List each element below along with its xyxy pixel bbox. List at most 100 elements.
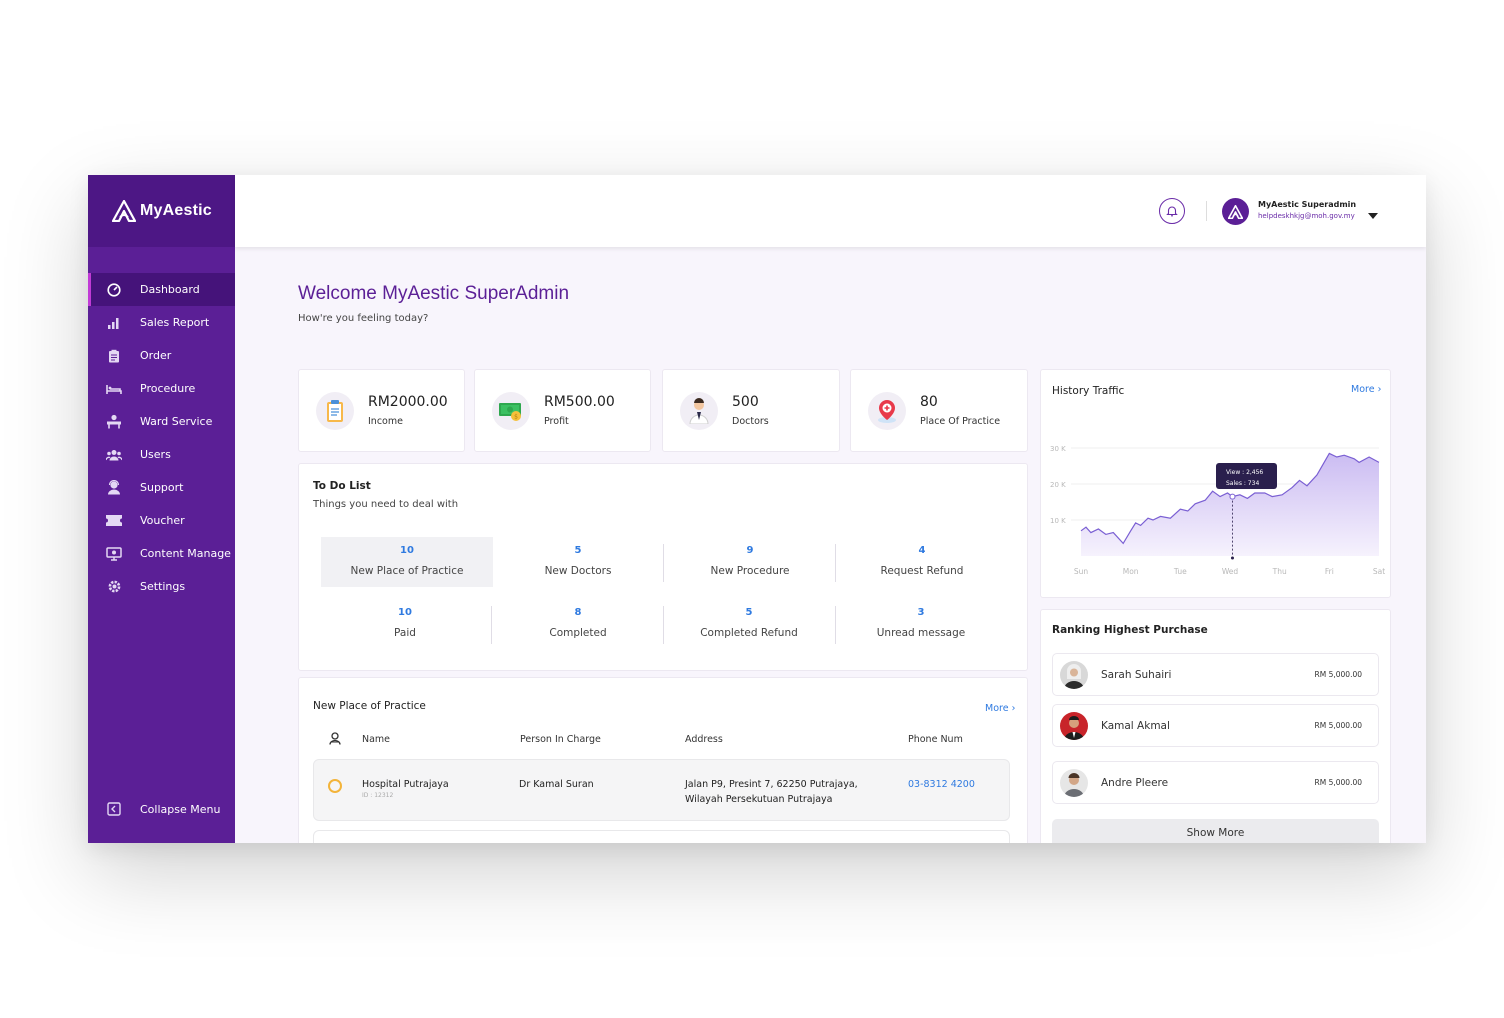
todo-label: Paid (394, 627, 416, 639)
todo-count: 5 (745, 607, 753, 618)
logo-icon (112, 200, 136, 222)
chevron-down-icon[interactable] (1368, 213, 1378, 219)
stat-card-place-of-practice[interactable]: 80 Place Of Practice (850, 369, 1028, 452)
stat-value: RM500.00 (544, 394, 615, 410)
show-more-button[interactable]: Show More (1052, 819, 1379, 843)
sidebar-item-label: Support (140, 481, 184, 494)
history-traffic-card: History Traffic More › 10 K 20 K 30 K Sun Mo… (1040, 369, 1391, 598)
collapse-icon (106, 801, 122, 817)
stat-value: 80 (920, 394, 938, 410)
purchase-amount: RM 5,000.00 (1314, 721, 1362, 730)
sidebar-item-content-manage[interactable]: Content Manage (88, 537, 235, 570)
page-subtitle: How're you feeling today? (298, 313, 429, 324)
sidebar-item-voucher[interactable]: Voucher (88, 504, 235, 537)
highlight-base-point (1230, 556, 1234, 560)
avatar (1060, 712, 1088, 740)
notification-button[interactable] (1159, 198, 1185, 224)
x-tick-label: Mon (1123, 567, 1139, 576)
todo-label: Unread message (876, 627, 966, 639)
todo-item-completed[interactable]: 8 Completed (492, 599, 664, 649)
todo-list-card: To Do List Things you need to deal with … (298, 463, 1028, 671)
table-row[interactable]: Hospital Putrajaya ID : 12312 Dr Kamal S… (313, 759, 1010, 821)
sidebar-item-label: Users (140, 448, 171, 461)
todo-subtitle: Things you need to deal with (313, 499, 459, 510)
svg-text:$: $ (514, 413, 518, 420)
todo-item-new-procedure[interactable]: 9 New Procedure (664, 537, 836, 587)
collapse-menu-button[interactable]: Collapse Menu (88, 795, 253, 823)
purchase-amount: RM 5,000.00 (1314, 778, 1362, 787)
section-title: New Place of Practice (313, 700, 426, 712)
ticket-icon (106, 513, 122, 529)
gauge-icon (106, 282, 122, 298)
more-link[interactable]: More › (985, 703, 1015, 714)
stat-label: Income (368, 416, 403, 427)
todo-item-unread-message[interactable]: 3 Unread message (835, 599, 1007, 649)
user-name: MyAestic Superadmin (1258, 200, 1357, 209)
stat-card-doctors[interactable]: 500 Doctors (662, 369, 840, 452)
location-pin-icon (868, 391, 906, 430)
todo-label: Request Refund (880, 565, 964, 577)
address-line-1: Jalan P9, Presint 7, 62250 Putrajaya, (685, 779, 858, 790)
column-header: Person In Charge (520, 734, 601, 745)
sidebar-item-ward-service[interactable]: Ward Service (88, 405, 235, 438)
monitor-icon (106, 546, 122, 562)
todo-count: 3 (917, 607, 925, 618)
sidebar-item-settings[interactable]: Settings (88, 570, 235, 603)
brand-logo[interactable]: MyAestic (88, 175, 235, 247)
more-label: More (1351, 384, 1375, 395)
avatar[interactable] (1222, 198, 1249, 225)
sidebar-item-label: Order (140, 349, 172, 362)
sidebar-nav: Dashboard Sales Report Order Procedure W… (88, 273, 235, 603)
sidebar-item-dashboard[interactable]: Dashboard (88, 273, 235, 306)
clipboard-icon (106, 348, 122, 364)
page-title: Welcome MyAestic SuperAdmin (298, 283, 570, 304)
sidebar-item-procedure[interactable]: Procedure (88, 372, 235, 405)
doctor-icon (680, 391, 718, 430)
stat-card-income[interactable]: RM2000.00 Income (298, 369, 465, 452)
todo-item-paid[interactable]: 10 Paid (319, 599, 491, 649)
sidebar-item-support[interactable]: Support (88, 471, 235, 504)
practice-name: Hospital Putrajaya (362, 779, 449, 790)
header-divider (1206, 201, 1207, 221)
divider (663, 606, 664, 644)
collapse-menu-label: Collapse Menu (140, 802, 221, 816)
more-link[interactable]: More › (1351, 384, 1381, 395)
column-header: Phone Num (908, 734, 963, 745)
list-item[interactable]: Kamal Akmal RM 5,000.00 (1052, 704, 1379, 747)
chart-tooltip: View : 2,456 Sales : 734 (1216, 463, 1277, 489)
todo-item-new-doctors[interactable]: 5 New Doctors (492, 537, 664, 587)
tooltip-sales: Sales : 734 (1226, 480, 1260, 487)
stat-card-profit[interactable]: $ RM500.00 Profit (474, 369, 651, 452)
y-tick-label: 30 K (1050, 445, 1066, 453)
sidebar-item-label: Voucher (140, 514, 185, 527)
users-icon (106, 447, 122, 463)
sidebar-item-label: Sales Report (140, 316, 210, 329)
divider (835, 544, 836, 582)
address-line-2: Wilayah Persekutuan Putrajaya (685, 794, 833, 805)
list-item[interactable]: Sarah Suhairi RM 5,000.00 (1052, 653, 1379, 696)
support-icon (106, 480, 122, 496)
top-bar: MyAestic Superadmin helpdeskhkjg@moh.gov… (235, 175, 1426, 247)
todo-item-completed-refund[interactable]: 5 Completed Refund (663, 599, 835, 649)
todo-label: New Doctors (544, 565, 612, 577)
sidebar-item-sales-report[interactable]: Sales Report (88, 306, 235, 339)
user-location-icon (329, 730, 341, 749)
table-row[interactable] (313, 830, 1010, 843)
sidebar-item-label: Procedure (140, 382, 196, 395)
phone-number[interactable]: 03-8312 4200 (908, 779, 975, 790)
ward-icon (106, 414, 122, 430)
stat-label: Place Of Practice (920, 416, 1001, 427)
list-item[interactable]: Andre Pleere RM 5,000.00 (1052, 761, 1379, 804)
sidebar-item-order[interactable]: Order (88, 339, 235, 372)
customer-name: Sarah Suhairi (1101, 669, 1172, 681)
section-title: History Traffic (1052, 385, 1125, 397)
sidebar-item-users[interactable]: Users (88, 438, 235, 471)
bell-icon (1166, 206, 1178, 217)
todo-label: Completed (549, 627, 607, 639)
column-header: Address (685, 734, 723, 745)
stat-label: Profit (544, 416, 569, 427)
todo-count: 5 (574, 545, 582, 556)
todo-count: 8 (574, 607, 582, 618)
todo-item-request-refund[interactable]: 4 Request Refund (836, 537, 1008, 587)
todo-item-new-place-of-practice[interactable]: 10 New Place of Practice (321, 537, 493, 587)
